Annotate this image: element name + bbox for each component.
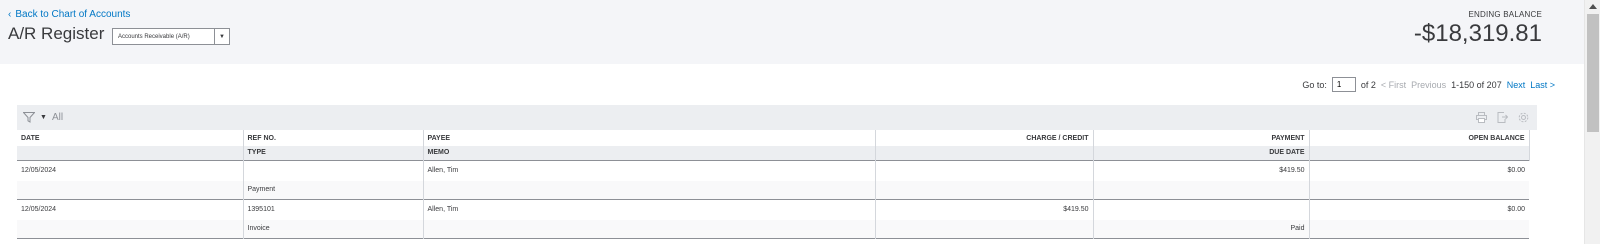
cell-empty: [875, 220, 1094, 238]
cell-open-balance: $0.00: [1309, 160, 1529, 181]
print-icon[interactable]: [1475, 112, 1487, 124]
account-select[interactable]: Accounts Receivable (A/R) ▼: [112, 28, 230, 45]
last-page-link[interactable]: Last >: [1530, 80, 1555, 90]
cell-empty: [1309, 220, 1529, 238]
table-row-detail[interactable]: Payment: [17, 181, 1529, 199]
cell-memo: [423, 181, 876, 199]
cell-type: Invoice: [243, 220, 424, 238]
col-header-ref-no[interactable]: REF NO.: [243, 130, 424, 146]
scrollbar-thumb[interactable]: [1587, 14, 1599, 132]
col-header-due-date[interactable]: DUE DATE: [1093, 146, 1310, 160]
cell-date: 12/05/2024: [17, 199, 244, 220]
col-header-open-balance[interactable]: OPEN BALANCE: [1309, 130, 1530, 146]
first-page-link[interactable]: < First: [1381, 80, 1406, 90]
cell-payee: Allen, Tim: [423, 199, 876, 220]
page-title: A/R Register: [8, 24, 105, 43]
next-page-link[interactable]: Next: [1507, 80, 1526, 90]
cell-payee: Allen, Tim: [423, 160, 876, 181]
cell-payment: $419.50: [1093, 160, 1310, 181]
cell-empty: [17, 220, 244, 238]
vertical-scrollbar[interactable]: [1584, 0, 1600, 244]
cell-due-date: [1093, 181, 1310, 199]
caret-down-icon: ▼: [40, 114, 47, 121]
col-header-type[interactable]: TYPE: [243, 146, 424, 160]
col-header-memo[interactable]: MEMO: [423, 146, 876, 160]
col-header-empty: [875, 146, 1094, 160]
cell-payment: [1093, 199, 1310, 220]
chevron-left-icon: ‹: [8, 9, 12, 20]
scroll-up-arrow-icon[interactable]: [1589, 4, 1597, 9]
account-select-value: Accounts Receivable (A/R): [118, 33, 190, 40]
table-row[interactable]: 12/05/2024 Allen, Tim $419.50 $0.00: [17, 160, 1529, 181]
filter-label: All: [51, 112, 64, 123]
col-header-payee[interactable]: PAYEE: [423, 130, 876, 146]
cell-empty: [875, 181, 1094, 199]
goto-label: Go to:: [1302, 79, 1327, 90]
cell-due-date: Paid: [1093, 220, 1310, 238]
pagination: Go to: of 2 < First Previous 1-150 of 20…: [1302, 77, 1555, 92]
cell-ref-no: [243, 160, 424, 181]
back-link-label: Back to Chart of Accounts: [15, 9, 131, 20]
cell-open-balance: $0.00: [1309, 199, 1529, 220]
header-row-primary: DATE REF NO. PAYEE CHARGE / CREDIT PAYME…: [17, 130, 1530, 146]
page-number-input[interactable]: [1331, 77, 1356, 92]
col-header-charge-credit[interactable]: CHARGE / CREDIT: [875, 130, 1094, 146]
cell-charge-credit: [875, 160, 1094, 181]
filter-dropdown[interactable]: ▼ All: [23, 112, 63, 123]
cell-date: 12/05/2024: [17, 160, 244, 181]
col-header-payment[interactable]: PAYMENT: [1093, 130, 1310, 146]
cell-charge-credit: $419.50: [875, 199, 1094, 220]
table-row[interactable]: 12/05/2024 1395101 Allen, Tim $419.50 $0…: [17, 199, 1529, 220]
ending-balance-value: -$18,319.81: [1413, 20, 1542, 47]
filter-icon: [23, 112, 35, 123]
cell-type: Payment: [243, 181, 424, 199]
register-table: DATE REF NO. PAYEE CHARGE / CREDIT PAYME…: [17, 130, 1530, 239]
col-header-date[interactable]: DATE: [17, 130, 244, 146]
export-icon[interactable]: [1496, 112, 1508, 124]
cell-empty: [17, 181, 244, 199]
previous-page-link[interactable]: Previous: [1411, 80, 1446, 90]
col-header-empty: [17, 146, 244, 160]
register-toolbar: ▼ All: [17, 105, 1537, 130]
page-count: of 2: [1360, 79, 1376, 90]
col-header-empty: [1309, 146, 1530, 160]
record-range: 1-150 of 207: [1451, 79, 1502, 90]
back-to-chart-of-accounts-link[interactable]: ‹ Back to Chart of Accounts: [8, 9, 130, 20]
settings-icon[interactable]: [1517, 112, 1529, 124]
table-row-detail[interactable]: Invoice Paid: [17, 220, 1529, 238]
register-header: ‹ Back to Chart of Accounts A/R Register…: [0, 0, 1584, 64]
cell-empty: [1309, 181, 1529, 199]
cell-ref-no: 1395101: [243, 199, 424, 220]
chevron-down-icon[interactable]: ▼: [214, 29, 229, 44]
header-row-secondary: TYPE MEMO DUE DATE: [17, 146, 1530, 160]
cell-memo: [423, 220, 876, 238]
ending-balance-label: ENDING BALANCE: [1468, 10, 1542, 19]
